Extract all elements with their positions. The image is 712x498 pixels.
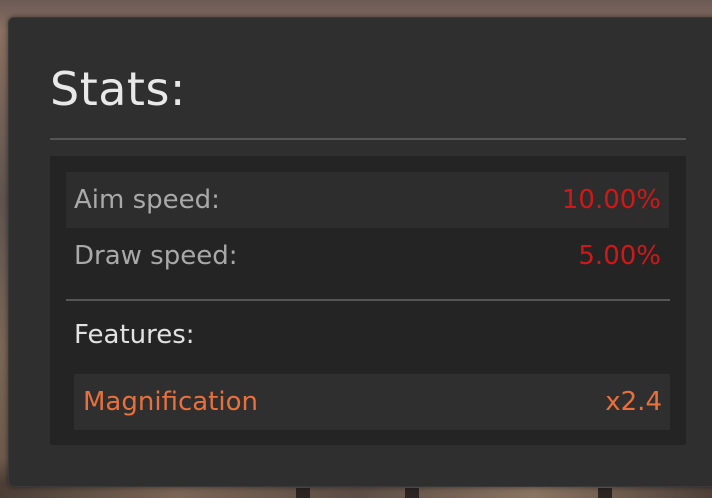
title-divider [50,138,686,140]
panel-title: Stats: [50,62,186,116]
feature-value: x2.4 [605,387,662,417]
stat-row-draw-speed: Draw speed: 5.00% [66,228,669,284]
stats-panel: Stats: Aim speed: 10.00% Draw speed: 5.0… [8,17,712,487]
stat-label: Aim speed: [74,185,220,215]
background-post [405,488,419,498]
features-heading: Features: [74,320,195,350]
stat-value: 10.00% [561,185,661,215]
stat-value: 5.00% [578,241,661,271]
stat-label: Draw speed: [74,241,238,271]
stats-box: Aim speed: 10.00% Draw speed: 5.00% Feat… [50,156,686,445]
background-post [296,488,310,498]
feature-label: Magnification [83,387,258,417]
features-divider [66,299,670,301]
feature-row-magnification: Magnification x2.4 [74,374,670,430]
stat-row-aim-speed: Aim speed: 10.00% [66,172,669,228]
background-post [598,488,612,498]
